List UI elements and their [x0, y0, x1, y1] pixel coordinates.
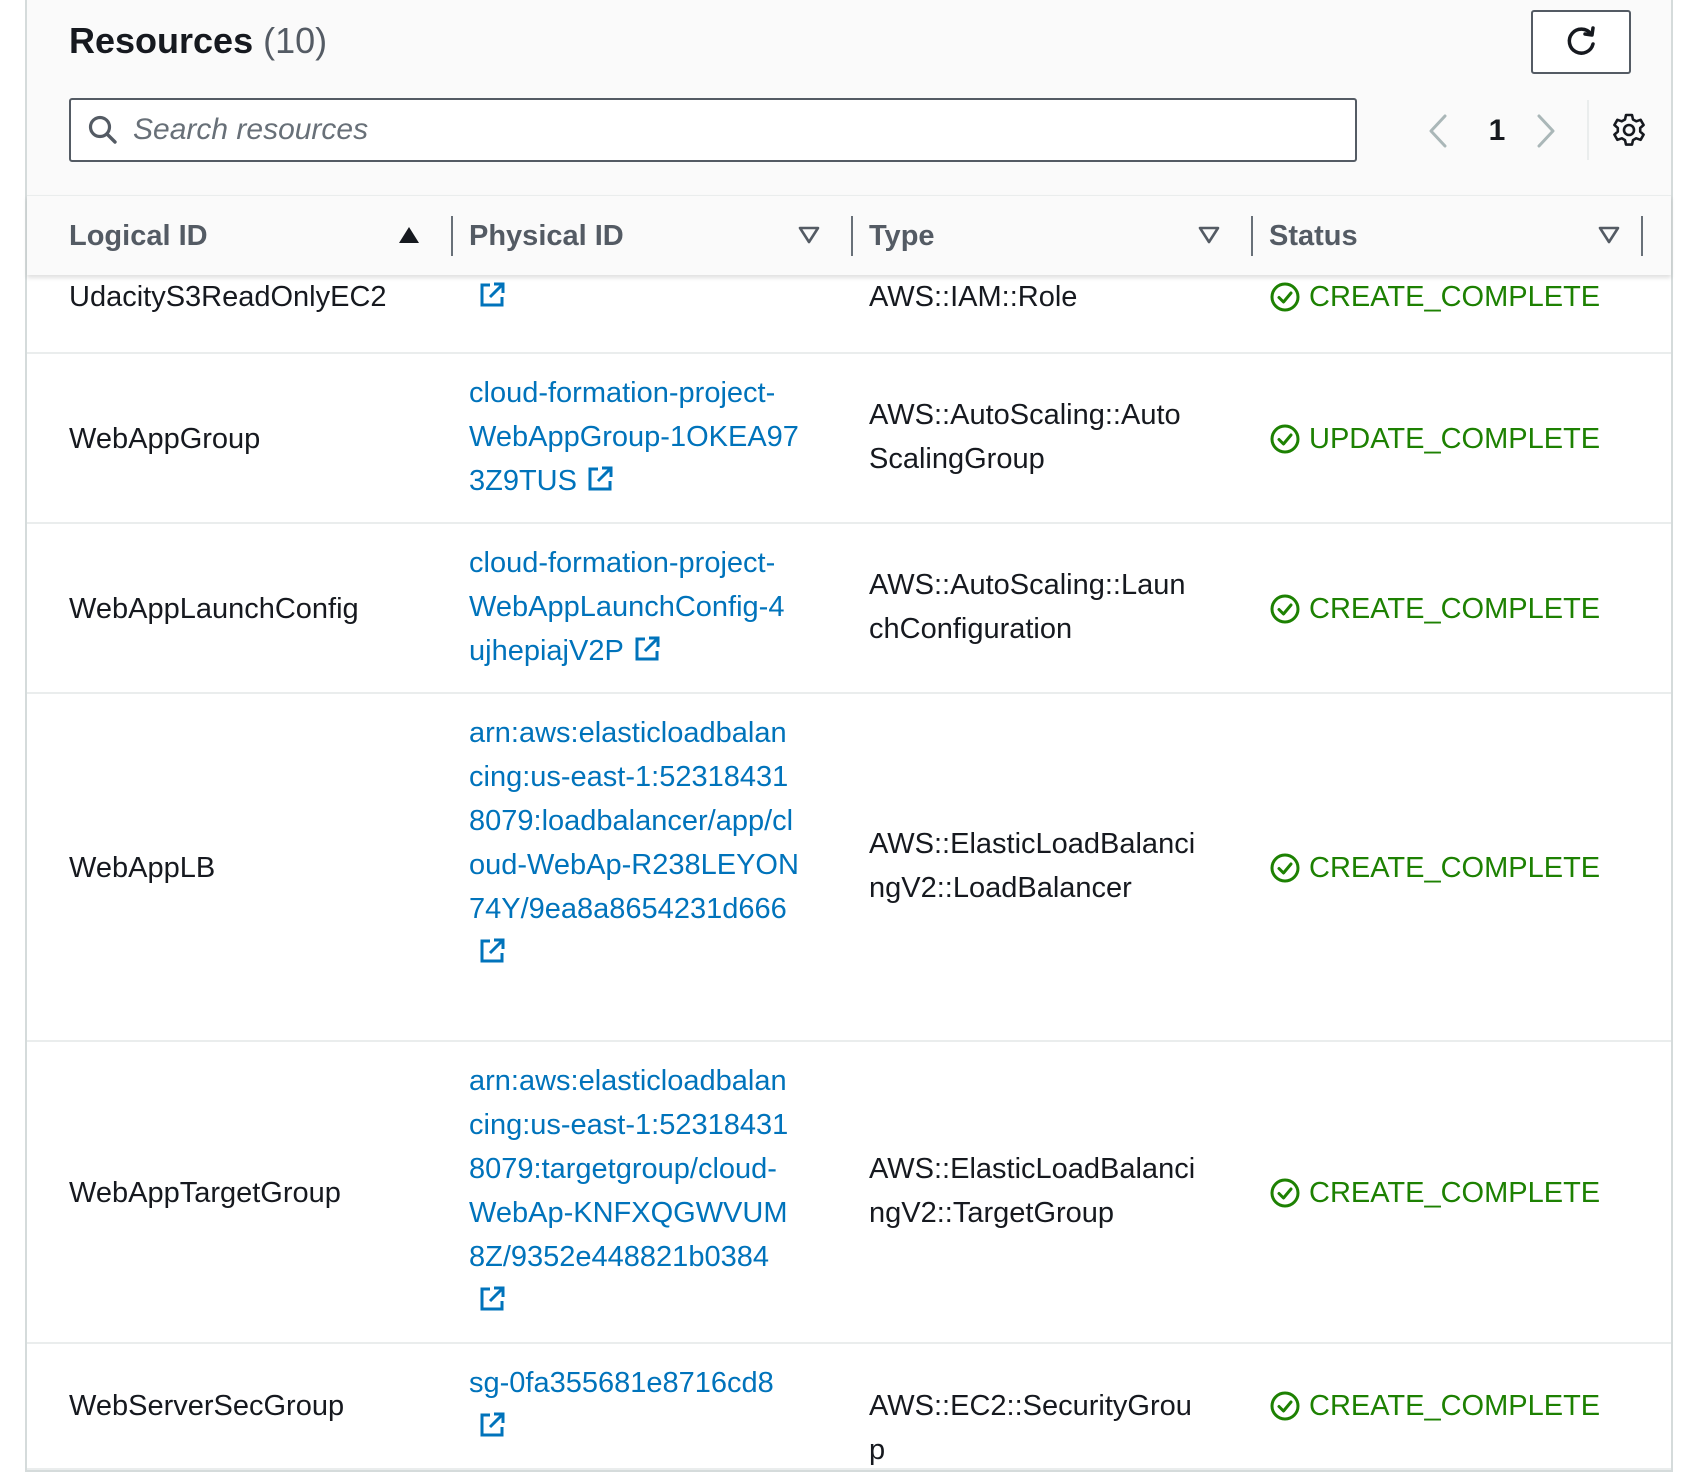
logical-id: WebServerSecGroup — [69, 1390, 345, 1422]
column-type[interactable]: Type — [869, 196, 1269, 276]
search-input[interactable] — [133, 108, 1333, 152]
external-link-icon[interactable] — [477, 936, 507, 966]
physical-id-link[interactable]: cloud-formation-project-WebAppGroup-1OKE… — [469, 371, 799, 503]
sort-caret-icon[interactable] — [1197, 224, 1221, 246]
column-resizer[interactable] — [451, 216, 453, 256]
check-circle-icon — [1270, 1178, 1300, 1208]
pager-divider — [1587, 100, 1589, 160]
status-badge: CREATE_COMPLETE — [1269, 1384, 1600, 1428]
status-badge: CREATE_COMPLETE — [1269, 846, 1600, 890]
external-link-icon[interactable] — [477, 1410, 507, 1440]
chevron-right-icon[interactable] — [1531, 112, 1561, 150]
column-physical-id[interactable]: Physical ID — [469, 196, 869, 276]
external-link-icon[interactable] — [585, 464, 615, 494]
status-text: CREATE_COMPLETE — [1309, 852, 1601, 884]
table-row: WebServerSecGroup sg-0fa355681e8716cd8 A… — [27, 1344, 1671, 1470]
table-row: WebAppGroup cloud-formation-project-WebA… — [27, 354, 1671, 524]
sort-ascending-icon[interactable] — [397, 224, 421, 246]
column-resizer[interactable] — [1641, 216, 1643, 256]
logical-id: WebAppTargetGroup — [69, 1177, 341, 1209]
table-row: UdacityS3ReadOnlyEC2 UdacityS3ReadOnlyEC… — [27, 237, 1671, 354]
status-badge: CREATE_COMPLETE — [1269, 1171, 1600, 1215]
column-status[interactable]: Status — [1269, 196, 1669, 276]
physical-id-text[interactable]: cloud-formation-project-WebAppGroup-1OKE… — [469, 377, 799, 497]
search-box[interactable] — [69, 98, 1357, 162]
column-resizer[interactable] — [851, 216, 853, 256]
resource-count: (10) — [263, 20, 328, 61]
check-circle-icon — [1270, 594, 1300, 624]
chevron-left-icon[interactable] — [1423, 112, 1453, 150]
gear-icon[interactable] — [1611, 112, 1647, 148]
panel-header: Resources (10) 1 — [27, 0, 1671, 195]
logical-id: WebAppLaunchConfig — [69, 593, 359, 625]
panel-title: Resources (10) — [69, 20, 327, 62]
check-circle-icon — [1270, 853, 1300, 883]
physical-id-link[interactable]: cloud-formation-project-WebAppLaunchConf… — [469, 541, 799, 673]
logical-id: WebAppGroup — [69, 423, 261, 455]
sort-caret-icon[interactable] — [1597, 224, 1621, 246]
title-text: Resources — [69, 20, 254, 61]
logical-id: WebAppLB — [69, 852, 216, 884]
status-text: CREATE_COMPLETE — [1309, 593, 1601, 625]
physical-id-link[interactable]: arn:aws:elasticloadbalancing:us-east-1:5… — [469, 711, 799, 975]
status-text: UPDATE_COMPLETE — [1309, 423, 1601, 455]
column-label: Logical ID — [69, 219, 208, 252]
column-label: Status — [1269, 219, 1358, 252]
sort-caret-icon[interactable] — [797, 224, 821, 246]
external-link-icon[interactable] — [477, 1284, 507, 1314]
resource-type: AWS::AutoScaling::LaunchConfiguration — [869, 569, 1186, 645]
resource-type: AWS::EC2::SecurityGroup — [869, 1390, 1192, 1466]
physical-id-text[interactable]: arn:aws:elasticloadbalancing:us-east-1:5… — [469, 717, 799, 925]
status-text: CREATE_COMPLETE — [1309, 281, 1601, 313]
resource-type: AWS::AutoScaling::AutoScalingGroup — [869, 399, 1181, 475]
physical-id-text[interactable]: cloud-formation-project-WebAppLaunchConf… — [469, 547, 784, 667]
logical-id: UdacityS3ReadOnlyEC2 — [69, 281, 387, 313]
check-circle-icon — [1270, 1391, 1300, 1421]
search-icon — [88, 115, 117, 144]
physical-id-text[interactable]: sg-0fa355681e8716cd8 — [469, 1367, 774, 1399]
resource-type: AWS::IAM::Role — [869, 281, 1078, 313]
table-row: WebAppLaunchConfig cloud-formation-proje… — [27, 524, 1671, 694]
check-circle-icon — [1270, 282, 1300, 312]
column-logical-id[interactable]: Logical ID — [69, 196, 469, 276]
resource-type: AWS::ElasticLoadBalancingV2::LoadBalance… — [869, 828, 1196, 904]
physical-id-link[interactable]: arn:aws:elasticloadbalancing:us-east-1:5… — [469, 1059, 799, 1323]
status-text: CREATE_COMPLETE — [1309, 1177, 1601, 1209]
refresh-button[interactable] — [1531, 10, 1631, 74]
status-badge: UPDATE_COMPLETE — [1269, 417, 1600, 461]
external-link-icon[interactable] — [632, 634, 662, 664]
status-text: CREATE_COMPLETE — [1309, 1390, 1601, 1422]
column-resizer[interactable] — [1251, 216, 1253, 256]
table-row: WebAppLB arn:aws:elasticloadbalancing:us… — [27, 694, 1671, 1042]
table-row: WebAppTargetGroup arn:aws:elasticloadbal… — [27, 1042, 1671, 1344]
physical-id-text[interactable]: arn:aws:elasticloadbalancing:us-east-1:5… — [469, 1065, 788, 1273]
physical-id-link[interactable]: sg-0fa355681e8716cd8 — [469, 1361, 799, 1449]
resource-type: AWS::ElasticLoadBalancingV2::TargetGroup — [869, 1153, 1196, 1229]
status-badge: CREATE_COMPLETE — [1269, 587, 1600, 631]
external-link-icon[interactable] — [477, 280, 507, 310]
status-badge: CREATE_COMPLETE — [1269, 275, 1600, 319]
refresh-icon — [1567, 26, 1595, 55]
table-header: Logical ID Physical ID Type Status — [27, 195, 1671, 275]
resources-panel: Resources (10) 1 — [25, 0, 1673, 1472]
check-circle-icon — [1270, 424, 1300, 454]
column-label: Physical ID — [469, 219, 624, 252]
column-label: Type — [869, 219, 935, 252]
current-page[interactable]: 1 — [1477, 112, 1517, 150]
